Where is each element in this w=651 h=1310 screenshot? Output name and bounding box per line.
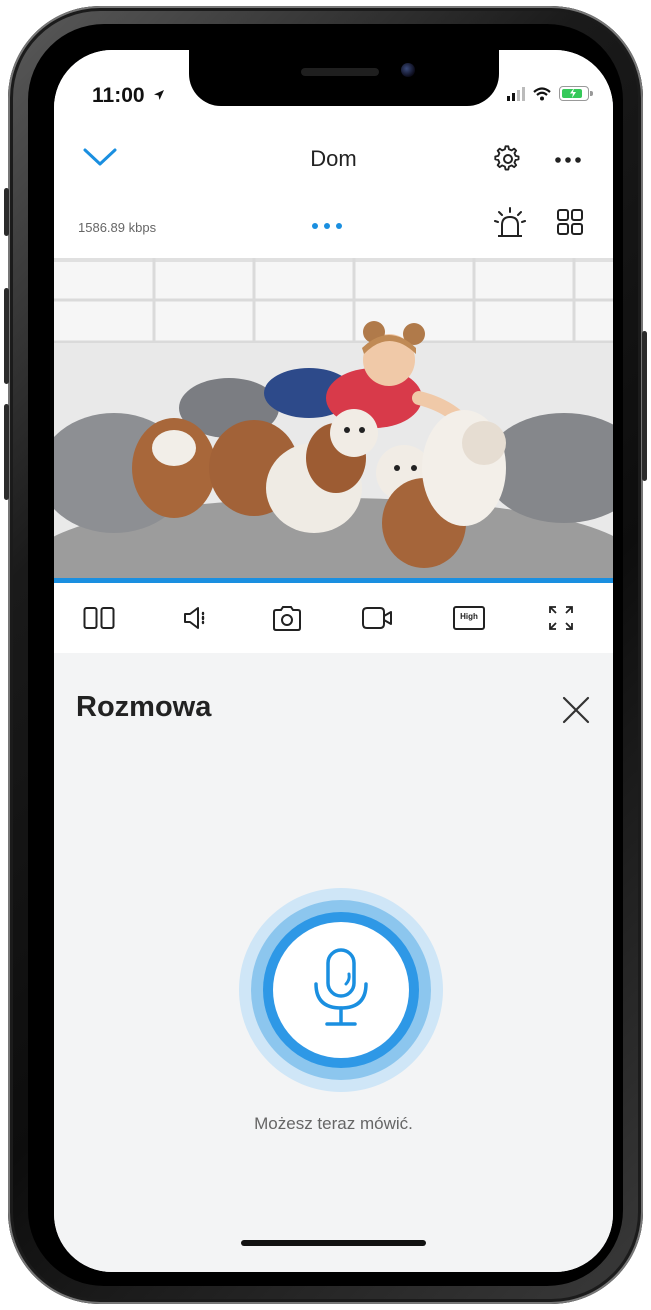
- notch: [189, 50, 499, 106]
- quality-label: High: [460, 612, 478, 621]
- player-controls: High: [54, 583, 613, 653]
- grid-view-icon[interactable]: [556, 208, 584, 236]
- video-frame-image: [54, 258, 613, 578]
- phone-frame: 11:00 Dom 1586.89 kbps High Rozmowa Może…: [4, 6, 647, 1304]
- bitrate-label: 1586.89 kbps: [78, 220, 157, 235]
- status-icons: [507, 86, 593, 101]
- fullscreen-button[interactable]: [544, 601, 578, 635]
- earpiece-speaker: [301, 68, 379, 76]
- alarm-siren-icon[interactable]: [494, 206, 526, 240]
- speaker-icon: [184, 607, 205, 629]
- app-header: Dom: [54, 120, 613, 196]
- page-dot: [324, 223, 330, 229]
- status-time: 11:00: [92, 84, 165, 108]
- bezel: 11:00 Dom 1586.89 kbps High Rozmowa Może…: [28, 24, 623, 1286]
- mute-switch: [4, 188, 9, 236]
- fullscreen-icon: [549, 606, 573, 630]
- microphone-button[interactable]: [239, 888, 443, 1092]
- talk-hint: Możesz teraz mówić.: [254, 1114, 413, 1133]
- volume-down-button: [4, 404, 9, 500]
- wifi-icon: [533, 86, 551, 100]
- microphone-icon: [314, 948, 368, 1026]
- close-icon[interactable]: [561, 695, 591, 725]
- home-indicator[interactable]: [241, 1240, 426, 1246]
- stream-info-row: 1586.89 kbps: [54, 196, 613, 258]
- snapshot-camera-icon: [273, 606, 301, 631]
- split-view-button[interactable]: [82, 601, 116, 635]
- battery-charging-icon: [559, 86, 593, 101]
- more-icon[interactable]: [554, 156, 582, 164]
- speaker-button[interactable]: [180, 601, 214, 635]
- snapshot-button[interactable]: [270, 601, 304, 635]
- signal-icon: [507, 86, 525, 101]
- location-arrow-icon: [154, 90, 165, 100]
- screen: 11:00 Dom 1586.89 kbps High Rozmowa Może…: [54, 50, 613, 1272]
- volume-up-button: [4, 288, 9, 384]
- page-title: Dom: [310, 146, 357, 171]
- page-indicator[interactable]: [312, 223, 342, 229]
- talk-panel: Rozmowa Możesz teraz mówić.: [54, 653, 613, 1272]
- page-dot: [312, 223, 318, 229]
- quality-button[interactable]: High: [452, 601, 486, 635]
- talk-panel-title: Rozmowa: [76, 691, 212, 723]
- split-view-icon: [83, 607, 115, 629]
- camera-video-feed[interactable]: [54, 258, 613, 578]
- power-button: [642, 331, 647, 481]
- record-video-icon: [362, 607, 392, 629]
- record-button[interactable]: [360, 601, 394, 635]
- page-dot: [336, 223, 342, 229]
- front-camera: [401, 63, 415, 77]
- gear-icon[interactable]: [494, 145, 522, 173]
